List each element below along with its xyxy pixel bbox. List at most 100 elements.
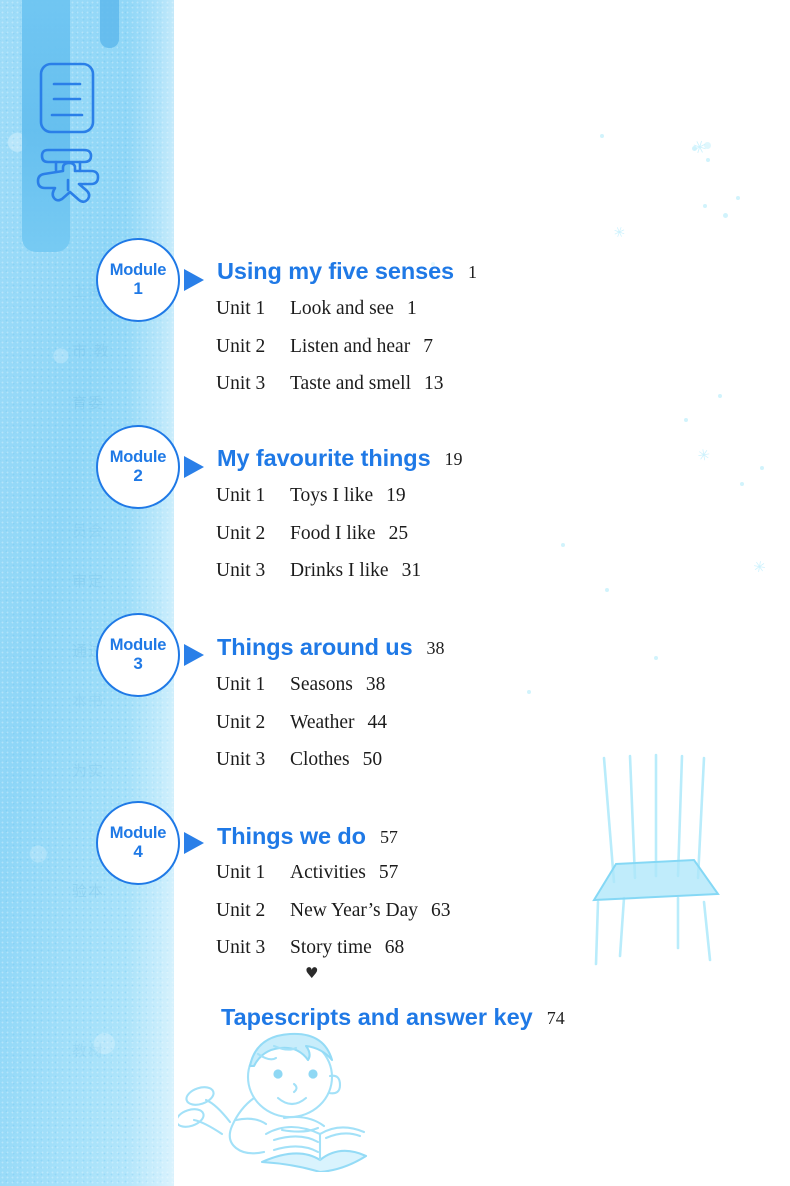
module-title-row[interactable]: Things we do 57 [217, 823, 398, 850]
module-badge-word: Module [109, 261, 167, 280]
watermark-speck [605, 588, 609, 592]
toc-page: 上海 市 教育委 员会 审定 通过 本书 为实 验本 教材 ✳ ✳ ✳ ✳ Mo… [0, 0, 790, 1186]
band-ghost-text-line: 员会 [72, 522, 105, 540]
unit-page-number: 63 [431, 899, 451, 921]
unit-page-number: 25 [388, 522, 409, 544]
unit-row[interactable]: Unit 1 Seasons 38 [216, 674, 385, 696]
module-badge-3[interactable]: Module 3 [96, 613, 180, 697]
tapescripts-entry[interactable]: Tapescripts and answer key 74 [221, 1004, 565, 1031]
module-page-number: 1 [468, 262, 477, 282]
watermark-speck [703, 204, 707, 208]
unit-label: Unit 3 [216, 373, 266, 394]
watermark-speck [740, 482, 744, 486]
unit-page-number: 13 [424, 373, 444, 394]
watermark-speck [600, 134, 604, 138]
unit-page-number: 31 [401, 560, 422, 581]
module-title: Things around us [217, 634, 413, 660]
unit-page-number: 7 [423, 335, 433, 357]
watermark-speck [684, 418, 688, 422]
unit-row[interactable]: Unit 2 New Year’s Day 63 [216, 900, 451, 922]
unit-row[interactable]: Unit 3 Taste and smell 13 [216, 373, 444, 395]
unit-label: Unit 1 [216, 298, 266, 319]
module-badge-number: 4 [133, 841, 143, 861]
unit-page-number: 50 [362, 749, 383, 770]
unit-title: New Year’s Day [290, 899, 418, 921]
watermark-speck [527, 690, 531, 694]
watermark-speck [723, 213, 728, 218]
unit-title: Weather [290, 711, 355, 733]
unit-page-number: 1 [406, 298, 417, 319]
unit-row[interactable]: Unit 3 Story time 68 [216, 937, 404, 959]
module-title-row[interactable]: My favourite things 19 [217, 445, 462, 472]
unit-row[interactable]: Unit 2 Food I like 25 [216, 523, 408, 545]
module-badge-word: Module [109, 636, 167, 655]
unit-row[interactable]: Unit 3 Drinks I like 31 [216, 560, 421, 582]
module-badge-number: 3 [133, 653, 143, 673]
unit-label: Unit 2 [216, 335, 266, 357]
unit-title: Clothes [290, 749, 350, 770]
band-ghost-text-line: 本书 [72, 692, 105, 710]
module-badge-number: 1 [133, 278, 143, 298]
module-badge-number: 2 [133, 465, 143, 485]
unit-title: Activities [290, 862, 366, 883]
module-badge-2[interactable]: Module 2 [96, 425, 180, 509]
module-badge-4[interactable]: Module 4 [96, 801, 180, 885]
unit-title: Story time [290, 937, 372, 958]
module-title-row[interactable]: Things around us 38 [217, 634, 444, 661]
unit-page-number: 19 [386, 485, 406, 506]
module-title-row[interactable]: Using my five senses 1 [217, 258, 477, 285]
unit-row[interactable]: Unit 1 Toys I like 19 [216, 485, 406, 507]
unit-row[interactable]: Unit 2 Weather 44 [216, 712, 387, 734]
module-badge-1[interactable]: Module 1 [96, 238, 180, 322]
module-page-number: 38 [426, 638, 445, 658]
module-title: Using my five senses [217, 258, 455, 284]
unit-title: Drinks I like [290, 560, 389, 581]
watermark-speck [718, 394, 722, 398]
unit-label: Unit 3 [216, 937, 266, 958]
unit-label: Unit 1 [216, 674, 266, 695]
unit-row[interactable]: Unit 2 Listen and hear 7 [216, 336, 433, 358]
band-ghost-text-line: 为实 [72, 762, 105, 780]
watermark-speck [706, 158, 710, 162]
unit-title: Seasons [290, 674, 353, 695]
module-arrow-icon [184, 832, 204, 854]
watermark-speck [654, 656, 658, 660]
unit-page-number: 68 [384, 937, 405, 958]
module-arrow-icon [184, 269, 204, 291]
module-arrow-icon [184, 456, 204, 478]
unit-page-number: 44 [367, 711, 387, 733]
unit-title: Listen and hear [290, 335, 411, 357]
module-title: Things we do [217, 823, 366, 849]
band-right-fade [128, 0, 174, 1186]
watermark-speck [736, 196, 740, 200]
boy-reading-illustration [178, 1032, 368, 1172]
band-small-tab [100, 0, 119, 48]
unit-title: Taste and smell [290, 373, 412, 394]
watermark-leaf-icon: ✳ [693, 444, 714, 467]
module-page-number: 57 [379, 827, 398, 847]
unit-label: Unit 1 [216, 485, 266, 506]
band-ghost-text-line: 验本 [72, 882, 105, 900]
watermark-leaf-icon: ✳ [689, 136, 710, 160]
module-page-number: 19 [444, 449, 463, 469]
unit-label: Unit 2 [216, 711, 266, 733]
band-ghost-text-line: 教材 [72, 1042, 105, 1060]
band-ghost-text-line: 育委 [72, 394, 105, 412]
module-title: My favourite things [217, 445, 431, 471]
unit-row[interactable]: Unit 1 Activities 57 [216, 862, 398, 884]
band-ghost-text-line: 市 教 [72, 342, 110, 360]
unit-page-number: 57 [378, 862, 399, 883]
band-ghost-text-line: 审定 [72, 572, 105, 590]
watermark-speck [760, 466, 764, 470]
unit-page-number: 38 [365, 674, 386, 695]
chair-sketch-illustration [592, 753, 720, 966]
unit-label: Unit 2 [216, 899, 266, 921]
unit-title: Look and see [290, 298, 394, 319]
unit-row[interactable]: Unit 1 Look and see 1 [216, 298, 417, 320]
cjk-contents-glyph-art [36, 62, 100, 204]
watermark-leaf-icon: ✳ [751, 557, 768, 577]
tapescripts-page: 74 [546, 1008, 565, 1028]
unit-row[interactable]: Unit 3 Clothes 50 [216, 749, 382, 771]
unit-label: Unit 3 [216, 749, 266, 770]
tapescripts-title: Tapescripts and answer key [221, 1004, 533, 1030]
